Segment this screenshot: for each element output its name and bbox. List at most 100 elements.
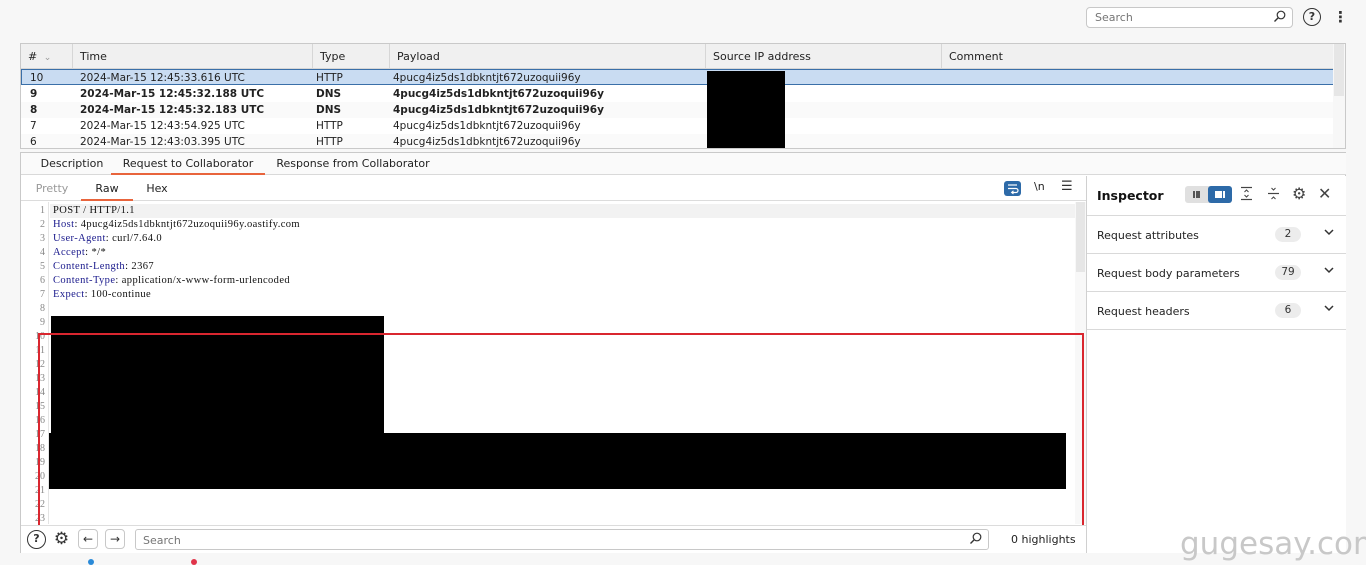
row-type: HTTP [316,72,343,84]
section-count-badge: 6 [1275,303,1301,318]
status-dot [88,559,94,565]
line-number: 11 [35,345,45,356]
collapse-all-icon[interactable] [1267,186,1280,205]
detail-tabbar: Description Request to Collaborator Resp… [21,153,1346,175]
arrow-left-icon: ← [82,532,94,546]
line-number: 10 [35,331,45,342]
code-text: POST / HTTP/1.1 [53,205,135,216]
detail-panel: Description Request to Collaborator Resp… [20,152,1346,553]
next-match-button[interactable]: → [105,529,125,549]
line-number: 17 [35,429,45,440]
line-number: 20 [35,471,45,482]
search-icon[interactable] [1273,10,1286,26]
line-number: 13 [35,373,45,384]
help-icon[interactable]: ? [1303,8,1321,26]
highlights-count: 0 highlights [1011,533,1076,546]
row-number: 7 [30,120,37,132]
editor-search-box[interactable] [135,529,989,550]
line-number: 9 [40,317,45,328]
chevron-down-icon[interactable] [1323,264,1335,279]
row-number: 6 [30,136,37,148]
request-editor: Pretty Raw Hex \n ☰ 1 2 3 4 5 6 7 8 9 10 11 12 13 14 1… [21,176,1087,553]
column-header-comment[interactable]: Comment [942,44,1334,69]
tab-response-from-collaborator[interactable]: Response from Collaborator [273,153,433,175]
chevron-down-icon: ⌄ [43,53,52,63]
row-time: 2024-Mar-15 12:45:32.183 UTC [80,104,265,116]
gear-icon[interactable]: ⚙ [52,530,71,549]
line-number: 23 [35,513,45,524]
tab-description[interactable]: Description [29,153,115,175]
line-number: 15 [35,401,45,412]
watermark: gugesay.com [1180,526,1366,562]
row-payload: 4pucg4iz5ds1dbkntjt672uzoquii96y [393,120,581,132]
code-area[interactable]: 1 2 3 4 5 6 7 8 9 10 11 12 13 14 15 16 17 18 19 20 21 22 23 PO… [21,202,1075,524]
header-key: User-Agent [53,233,106,244]
tab-hex[interactable]: Hex [137,176,177,201]
search-icon[interactable] [969,532,982,548]
code-line: Content-Length: 2367 [53,260,154,274]
editor-bottom-toolbar: ? ⚙ ← → 0 highlights [21,525,1086,552]
close-icon[interactable]: ✕ [1318,184,1331,203]
tab-request-to-collaborator[interactable]: Request to Collaborator [111,153,265,175]
row-number: 8 [30,104,38,116]
table-row[interactable]: 7 2024-Mar-15 12:43:54.925 UTC HTTP 4puc… [21,118,1334,134]
table-scrollbar[interactable] [1333,44,1345,148]
code-text: : 4pucg4iz5ds1dbkntjt672uzoquii96y.oasti… [74,219,300,230]
row-payload: 4pucg4iz5ds1dbkntjt672uzoquii96y [393,72,581,84]
section-count-badge: 2 [1275,227,1301,242]
newline-toggle-button[interactable]: \n [1034,180,1045,193]
kebab-menu-icon[interactable]: ⋮ [1333,8,1348,26]
layout-vertical-icon[interactable] [1208,186,1232,203]
column-header-payload[interactable]: Payload [390,44,706,69]
line-number: 14 [35,387,45,398]
global-search-box[interactable] [1086,7,1293,28]
layout-horizontal-icon[interactable] [1185,186,1208,203]
header-key: Expect [53,289,85,300]
chevron-down-icon[interactable] [1323,302,1335,317]
expand-all-icon[interactable] [1240,186,1253,205]
line-number: 22 [35,499,45,510]
inspector-title: Inspector [1097,188,1164,203]
table-row[interactable]: 6 2024-Mar-15 12:43:03.395 UTC HTTP 4puc… [21,134,1334,148]
row-time: 2024-Mar-15 12:43:54.925 UTC [80,120,245,132]
code-line: Accept: */* [53,246,106,260]
code-line: User-Agent: curl/7.64.0 [53,232,162,246]
editor-search-input[interactable] [143,533,943,547]
table-row[interactable]: 10 2024-Mar-15 12:45:33.616 UTC HTTP 4pu… [21,69,1334,85]
hamburger-menu-icon[interactable]: ☰ [1061,179,1073,194]
word-wrap-icon[interactable] [1004,181,1021,196]
interactions-table: # ⌄ Time Type Payload Source IP address … [20,43,1346,149]
arrow-right-icon: → [109,532,121,546]
row-type: DNS [316,88,342,100]
inspector-section-request-headers[interactable]: Request headers 6 [1087,292,1346,330]
line-number: 7 [40,289,45,300]
row-payload: 4pucg4iz5ds1dbkntjt672uzoquii96y [393,88,604,100]
scrollbar-thumb[interactable] [1334,44,1344,96]
table-row[interactable]: 8 2024-Mar-15 12:45:32.183 UTC DNS 4pucg… [21,102,1334,118]
code-line: Expect: 100-continue [53,288,151,302]
chevron-down-icon[interactable] [1323,226,1335,241]
column-header-type[interactable]: Type [313,44,390,69]
inspector-section-request-body-parameters[interactable]: Request body parameters 79 [1087,254,1346,292]
code-scrollbar[interactable] [1075,202,1086,524]
previous-match-button[interactable]: ← [78,529,98,549]
gear-icon[interactable]: ⚙ [1292,184,1306,203]
global-search-input[interactable] [1095,10,1265,25]
inspector-section-request-attributes[interactable]: Request attributes 2 [1087,216,1346,254]
help-icon[interactable]: ? [27,530,46,549]
table-row[interactable]: 9 2024-Mar-15 12:45:32.188 UTC DNS 4pucg… [21,86,1334,102]
scrollbar-thumb[interactable] [1076,202,1085,272]
column-header-number[interactable]: # ⌄ [21,44,73,69]
tab-raw[interactable]: Raw [81,176,133,201]
line-number: 8 [40,303,45,314]
row-number: 10 [30,72,44,84]
section-label: Request body parameters [1097,267,1240,280]
line-number-gutter: 1 2 3 4 5 6 7 8 9 10 11 12 13 14 15 16 17 18 19 20 21 22 23 [21,202,49,524]
redacted-code-block [49,433,1066,489]
layout-toggle[interactable] [1185,186,1232,203]
column-header-time[interactable]: Time [73,44,313,69]
tab-pretty[interactable]: Pretty [29,176,75,201]
row-type: HTTP [316,120,343,132]
column-header-source-ip[interactable]: Source IP address [706,44,942,69]
row-payload: 4pucg4iz5ds1dbkntjt672uzoquii96y [393,104,604,116]
